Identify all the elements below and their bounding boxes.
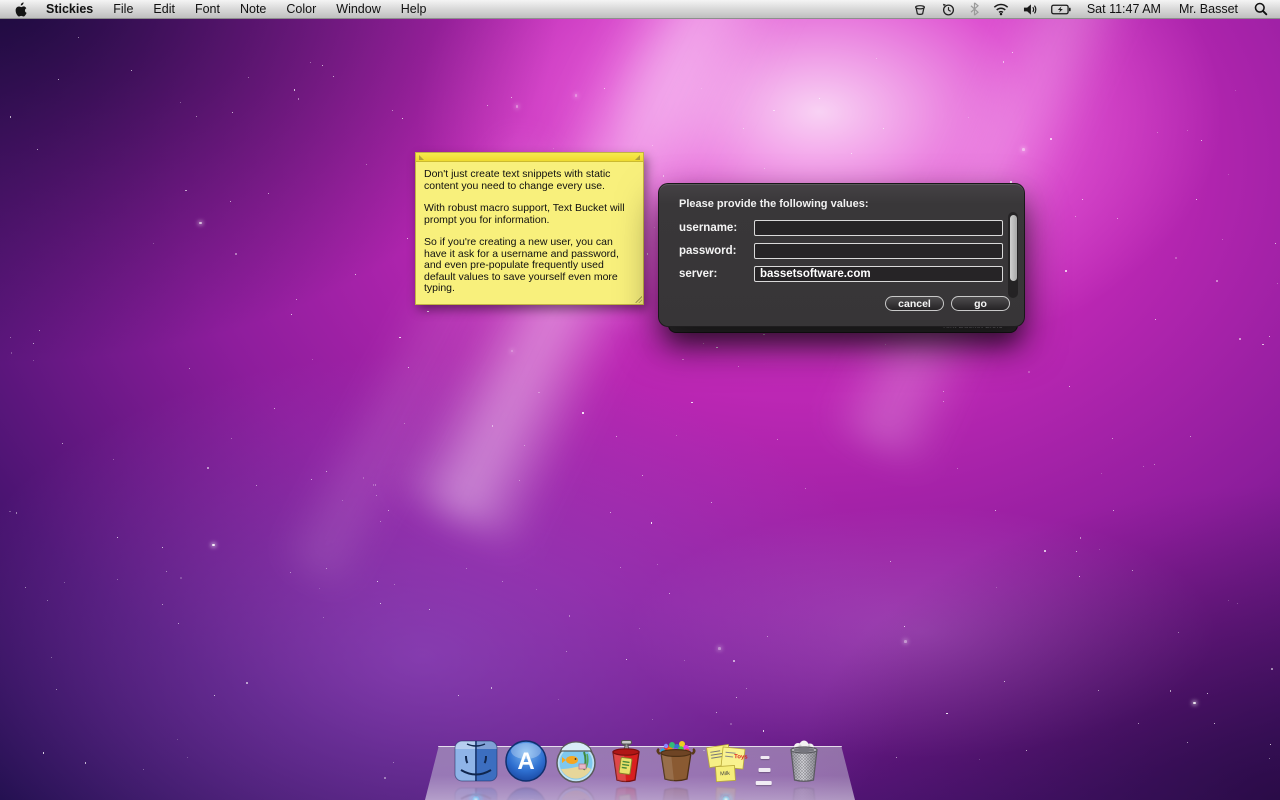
time-machine-icon[interactable] bbox=[935, 0, 962, 18]
spotlight-icon[interactable] bbox=[1248, 0, 1274, 18]
running-indicator bbox=[472, 795, 481, 800]
sticky-note-window[interactable]: Don't just create text snippets with sta… bbox=[415, 152, 644, 305]
sticky-collapse-icon[interactable] bbox=[419, 155, 424, 160]
svg-text:Milk: Milk bbox=[720, 771, 730, 778]
dock-separator bbox=[753, 738, 777, 784]
sticky-note-text[interactable]: Don't just create text snippets with sta… bbox=[416, 162, 643, 313]
username-field[interactable] bbox=[754, 220, 1003, 236]
server-label: server: bbox=[679, 268, 754, 280]
text-bucket-menu-icon[interactable] bbox=[907, 0, 933, 18]
dock-item-stickies[interactable]: Toys Milk Toys Milk bbox=[703, 738, 749, 784]
sticky-resize-handle[interactable] bbox=[635, 296, 642, 303]
values-prompt-dialog: Please provide the following values: use… bbox=[658, 183, 1025, 327]
starfield bbox=[0, 0, 1280, 800]
bluetooth-icon[interactable] bbox=[964, 0, 985, 18]
dock-item-fishbowl[interactable] bbox=[553, 738, 599, 784]
battery-icon[interactable] bbox=[1045, 0, 1077, 18]
menu-item-stickies[interactable]: Stickies bbox=[36, 0, 103, 18]
volume-icon[interactable] bbox=[1017, 0, 1043, 18]
menu-item-help[interactable]: Help bbox=[391, 0, 437, 18]
desktop: Stickies File Edit Font Note Color Windo… bbox=[0, 0, 1280, 800]
sticky-paragraph: Don't just create text snippets with sta… bbox=[424, 169, 635, 192]
menu-item-window[interactable]: Window bbox=[326, 0, 390, 18]
running-indicator bbox=[722, 795, 731, 800]
dock-item-trash[interactable] bbox=[781, 738, 827, 784]
svg-text:A: A bbox=[517, 748, 534, 775]
menu-item-edit[interactable]: Edit bbox=[143, 0, 185, 18]
sticky-paragraph: So if you're creating a new user, you ca… bbox=[424, 237, 635, 295]
menu-user[interactable]: Mr. Basset bbox=[1171, 2, 1246, 16]
dialog-prompt-text: Please provide the following values: bbox=[679, 198, 869, 210]
menu-bar: Stickies File Edit Font Note Color Windo… bbox=[0, 0, 1280, 19]
cancel-button[interactable]: cancel bbox=[885, 296, 944, 311]
dock-item-candy-pot[interactable] bbox=[653, 738, 699, 784]
password-field[interactable] bbox=[754, 243, 1003, 259]
sticky-paragraph: With robust macro support, Text Bucket w… bbox=[424, 203, 635, 226]
wifi-icon[interactable] bbox=[987, 0, 1015, 18]
app-store-icon: A bbox=[503, 738, 549, 784]
username-label: username: bbox=[679, 222, 754, 234]
trash-icon bbox=[781, 738, 827, 784]
candy-pot-icon bbox=[653, 738, 699, 784]
svg-text:Toys: Toys bbox=[734, 754, 748, 760]
dock-item-text-bucket[interactable] bbox=[603, 738, 649, 784]
apple-logo-icon bbox=[14, 2, 27, 17]
server-field[interactable] bbox=[754, 266, 1003, 282]
go-button[interactable]: go bbox=[951, 296, 1010, 311]
text-bucket-app-icon bbox=[603, 738, 649, 784]
dialog-scrollbar-thumb[interactable] bbox=[1010, 215, 1017, 281]
dock: A A bbox=[425, 730, 855, 800]
menu-item-color[interactable]: Color bbox=[276, 0, 326, 18]
menu-item-note[interactable]: Note bbox=[230, 0, 276, 18]
dock-item-app-store[interactable]: A A bbox=[503, 738, 549, 784]
dialog-scrollbar-track[interactable] bbox=[1008, 212, 1018, 298]
menu-item-file[interactable]: File bbox=[103, 0, 143, 18]
fishbowl-icon bbox=[553, 738, 599, 784]
sticky-collapse-icon[interactable] bbox=[635, 155, 640, 160]
dock-item-finder[interactable] bbox=[453, 738, 499, 784]
menu-item-font[interactable]: Font bbox=[185, 0, 230, 18]
sticky-note-titlebar[interactable] bbox=[416, 153, 643, 162]
password-label: password: bbox=[679, 245, 754, 257]
apple-menu[interactable] bbox=[0, 0, 36, 18]
finder-icon bbox=[453, 738, 499, 784]
menu-clock[interactable]: Sat 11:47 AM bbox=[1079, 2, 1169, 16]
stickies-icon: Toys Milk bbox=[703, 738, 749, 784]
